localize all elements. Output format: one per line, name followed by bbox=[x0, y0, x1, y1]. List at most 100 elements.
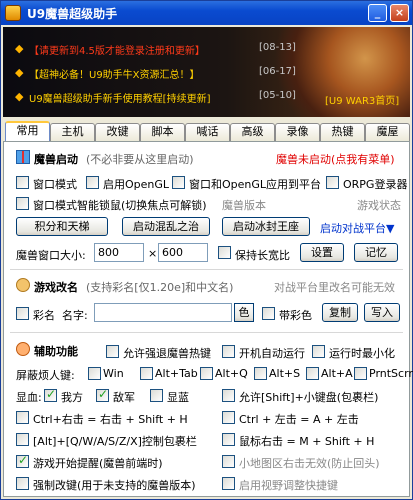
force-remap-checkbox[interactable] bbox=[16, 477, 29, 490]
orpg-checkbox[interactable] bbox=[326, 176, 339, 189]
close-button[interactable]: × bbox=[390, 4, 409, 22]
star-icon: ◆ bbox=[15, 90, 24, 103]
person-icon bbox=[16, 278, 30, 292]
auto-run-label: 开机自动运行 bbox=[239, 347, 305, 360]
block-alt-a-checkbox[interactable] bbox=[306, 367, 319, 380]
ladder-button[interactable]: 积分和天梯 bbox=[16, 217, 108, 236]
color-name-label: 彩名 bbox=[33, 309, 55, 322]
orpg-label: ORPG登录器 bbox=[343, 178, 408, 191]
launch-status-link[interactable]: 魔兽未启动(点我有菜单) bbox=[276, 151, 395, 167]
news-title[interactable]: 【请更新到4.5版才能登录注册和更新】 bbox=[29, 42, 205, 57]
platform-link[interactable]: 启动对战平台▼ bbox=[320, 220, 394, 236]
launch-chaos-button[interactable]: 启动混乱之治 bbox=[122, 217, 210, 236]
block-win-checkbox[interactable] bbox=[88, 367, 101, 380]
tab-host[interactable]: 主机 bbox=[50, 123, 95, 141]
aid-icon bbox=[16, 342, 30, 356]
allow-shift-keypad-checkbox[interactable] bbox=[222, 389, 235, 402]
allow-force-exit-label: 允许强退魔兽热键 bbox=[123, 347, 211, 360]
window-title: U9魔兽超级助手 bbox=[27, 7, 118, 21]
keep-ratio-checkbox[interactable] bbox=[218, 246, 231, 259]
keep-ratio-label: 保持长宽比 bbox=[235, 249, 290, 262]
block-alt-s-checkbox[interactable] bbox=[254, 367, 267, 380]
news-title[interactable]: 【超神必备！U9助手牛X资源汇总！】 bbox=[29, 66, 200, 81]
color-picker-button[interactable]: 色 bbox=[234, 303, 254, 322]
launch-hint: (不必非要从这里启动) bbox=[86, 153, 194, 166]
block-key-label: Alt+Tab bbox=[155, 367, 198, 380]
news-date: [06-17] bbox=[259, 66, 296, 77]
block-key-label: PrntScrn bbox=[369, 367, 413, 380]
game-status-label: 游戏状态 bbox=[357, 199, 401, 212]
minimap-right-label: 小地图区右击无效(防止回头) bbox=[239, 457, 380, 470]
write-button[interactable]: 写入 bbox=[364, 303, 400, 322]
minimap-right-checkbox[interactable] bbox=[222, 455, 235, 468]
tab-replay[interactable]: 录像 bbox=[275, 123, 320, 141]
ctrl-left-checkbox[interactable] bbox=[222, 411, 235, 424]
settings-button[interactable]: 设置 bbox=[300, 243, 344, 262]
minimize-on-run-checkbox[interactable] bbox=[312, 345, 325, 358]
copy-button[interactable]: 复制 bbox=[322, 303, 358, 322]
tab-advanced[interactable]: 高级 bbox=[230, 123, 275, 141]
auto-run-checkbox[interactable] bbox=[222, 345, 235, 358]
mouse-right-checkbox[interactable] bbox=[222, 433, 235, 446]
window-mode-label: 窗口模式 bbox=[33, 178, 77, 191]
news-item[interactable]: ◆ 【超神必备！U9助手牛X资源汇总！】 [06-17] bbox=[11, 63, 301, 83]
star-icon: ◆ bbox=[15, 66, 24, 79]
tab-shout[interactable]: 喊话 bbox=[185, 123, 230, 141]
aux-section-title: 辅助功能 bbox=[34, 345, 78, 358]
ctrl-right-checkbox[interactable] bbox=[16, 411, 29, 424]
window-opengl-platform-checkbox[interactable] bbox=[172, 176, 185, 189]
alt-qwas-checkbox[interactable] bbox=[16, 433, 29, 446]
tab-hotkey[interactable]: 热键 bbox=[320, 123, 365, 141]
divider bbox=[10, 332, 403, 333]
window-height-input[interactable]: 600 bbox=[158, 243, 208, 262]
show-mana-checkbox[interactable] bbox=[150, 389, 163, 402]
enable-view-checkbox[interactable] bbox=[222, 477, 235, 490]
launch-frozen-button[interactable]: 启动冰封王座 bbox=[222, 217, 310, 236]
window-size-label: 魔兽窗口大小: bbox=[16, 249, 86, 262]
with-color-checkbox[interactable] bbox=[262, 307, 275, 320]
tab-bar: 常用 主机 改键 脚本 喊话 高级 录像 热键 魔屋 bbox=[3, 121, 410, 142]
color-name-checkbox[interactable] bbox=[16, 307, 29, 320]
show-enemy-checkbox[interactable] bbox=[96, 387, 109, 402]
minimize-button[interactable]: _ bbox=[368, 4, 387, 22]
start-remind-label: 游戏开始提醒(魔兽前端时) bbox=[33, 457, 163, 470]
name-input[interactable] bbox=[94, 303, 232, 322]
home-link[interactable]: [U9 WAR3首页] bbox=[325, 92, 399, 107]
title-bar[interactable]: U9魔兽超级助手 _ × bbox=[1, 1, 412, 25]
tab-remap[interactable]: 改键 bbox=[95, 123, 140, 141]
enable-view-label: 启用视野调整快捷键 bbox=[239, 479, 338, 492]
ctrl-right-label: Ctrl+右击 = 右击 + Shift + H bbox=[33, 413, 188, 426]
start-remind-checkbox[interactable] bbox=[16, 453, 29, 468]
smart-lock-label: 窗口模式智能锁鼠(切换焦点可解锁) bbox=[33, 199, 207, 212]
news-item[interactable]: ◆ 【请更新到4.5版才能登录注册和更新】 [08-13] bbox=[11, 39, 301, 59]
news-item[interactable]: ◆ U9魔兽超级助手新手使用教程[持续更新] [05-10] bbox=[11, 87, 301, 107]
remember-button[interactable]: 记忆 bbox=[354, 243, 398, 262]
block-alt-tab-checkbox[interactable] bbox=[140, 367, 153, 380]
tab-magic-house[interactable]: 魔屋 bbox=[365, 123, 410, 141]
block-prntscrn-checkbox[interactable] bbox=[354, 367, 367, 380]
tab-script[interactable]: 脚本 bbox=[140, 123, 185, 141]
smart-lock-checkbox[interactable] bbox=[16, 197, 29, 210]
common-panel: 魔兽启动 (不必非要从这里启动) 魔兽未启动(点我有菜单) 窗口模式 启用Ope… bbox=[3, 141, 413, 497]
window-width-input[interactable]: 800 bbox=[94, 243, 144, 262]
opengl-checkbox[interactable] bbox=[86, 176, 99, 189]
news-banner: ◆ 【请更新到4.5版才能登录注册和更新】 [08-13] ◆ 【超神必备！U9… bbox=[3, 27, 410, 117]
minimize-on-run-label: 运行时最小化 bbox=[329, 347, 395, 360]
rename-platform-hint: 对战平台里改名可能无效 bbox=[274, 281, 395, 294]
name-label: 名字: bbox=[62, 309, 88, 322]
block-alt-q-checkbox[interactable] bbox=[200, 367, 213, 380]
window-mode-checkbox[interactable] bbox=[16, 176, 29, 189]
gift-icon bbox=[16, 150, 30, 164]
show-mana-label: 显蓝 bbox=[167, 391, 189, 404]
allow-force-exit-checkbox[interactable] bbox=[106, 345, 119, 358]
star-icon: ◆ bbox=[15, 42, 24, 55]
allow-shift-keypad-label: 允许[Shift]+小键盘(包裹栏) bbox=[239, 391, 379, 404]
tab-common[interactable]: 常用 bbox=[5, 121, 50, 142]
block-keys-label: 屏蔽烦人键: bbox=[16, 369, 75, 382]
show-own-checkbox[interactable] bbox=[44, 387, 57, 402]
alt-qwas-label: [Alt]+[Q/W/A/S/Z/X]控制包裹栏 bbox=[33, 435, 197, 448]
news-title[interactable]: U9魔兽超级助手新手使用教程[持续更新] bbox=[29, 90, 210, 105]
version-label: 魔兽版本 bbox=[222, 199, 266, 212]
news-date: [05-10] bbox=[259, 90, 296, 101]
show-enemy-label: 敌军 bbox=[113, 391, 135, 404]
